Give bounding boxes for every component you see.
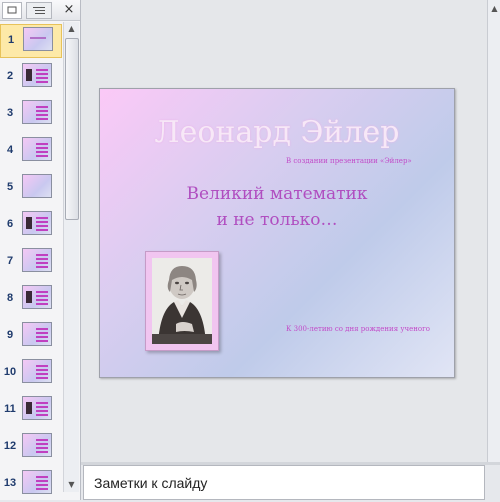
thumbnail-number: 1 (7, 34, 15, 46)
slide-thumbnail-9[interactable]: 9 (0, 320, 62, 354)
thumbnail-image (22, 322, 52, 346)
thumbnail-number: 9 (6, 329, 14, 341)
outline-tab-icon (33, 6, 45, 14)
thumbnail-image (22, 174, 52, 198)
thumbnail-image (22, 100, 52, 124)
thumbnail-number: 11 (4, 403, 16, 415)
thumbnail-number: 4 (6, 144, 14, 156)
slide-heading[interactable]: Великий математик и не только… (100, 181, 454, 233)
thumbnail-image (22, 285, 52, 309)
tab-outline[interactable] (26, 2, 52, 19)
slides-pane: × 1 2 3 4 5 6 7 8 9 10 11 12 13 ▲ ▼ (0, 0, 81, 500)
thumbnail-image (22, 211, 52, 235)
scroll-up-icon[interactable]: ▲ (488, 2, 500, 16)
slide-thumbnail-1[interactable]: 1 (0, 24, 62, 58)
thumbnail-image (22, 63, 52, 87)
thumbnail-number: 6 (6, 218, 14, 230)
slide-thumbnail-13[interactable]: 13 (0, 468, 62, 502)
thumbnail-number: 7 (6, 255, 14, 267)
scroll-up-icon[interactable]: ▲ (64, 22, 79, 36)
slide-subtitle[interactable]: В создании презентации «Эйлер» (286, 157, 412, 165)
scroll-down-icon[interactable]: ▼ (64, 478, 79, 492)
slide-title[interactable]: Леонард Эйлер (100, 115, 454, 150)
thumbnail-image (22, 396, 52, 420)
pane-tabs: × (0, 0, 80, 21)
editor-scrollbar[interactable]: ▲ (487, 0, 500, 462)
thumbnail-number: 8 (6, 292, 14, 304)
slide-thumbnail-4[interactable]: 4 (0, 135, 62, 169)
thumbnail-image (22, 433, 52, 457)
euler-portrait (152, 258, 212, 344)
thumbnail-number: 12 (3, 440, 17, 452)
slide-thumbnail-10[interactable]: 10 (0, 357, 62, 391)
scrollbar-thumb[interactable] (65, 38, 79, 220)
slide-thumbnail-5[interactable]: 5 (0, 172, 62, 206)
close-icon[interactable]: × (62, 3, 76, 17)
thumbnail-image (22, 137, 52, 161)
slide-footnote[interactable]: К 300-летию со дня рождения ученого (286, 325, 430, 333)
slide-thumbnail-2[interactable]: 2 (0, 61, 62, 95)
tab-slides[interactable] (2, 2, 22, 19)
thumbnail-image (22, 359, 52, 383)
thumbnail-number: 10 (3, 366, 17, 378)
thumbnail-number: 3 (6, 107, 14, 119)
thumbnail-list: 1 2 3 4 5 6 7 8 9 10 11 12 13 (0, 24, 62, 502)
thumbnail-number: 2 (6, 70, 14, 82)
slide-thumbnail-7[interactable]: 7 (0, 246, 62, 280)
portrait-image[interactable] (145, 251, 219, 351)
thumbnail-image (22, 470, 52, 494)
notes-placeholder[interactable]: Заметки к слайду (94, 475, 207, 491)
slide-thumbnail-11[interactable]: 11 (0, 394, 62, 428)
thumbnail-scrollbar[interactable]: ▲ ▼ (63, 22, 79, 492)
slide-thumbnail-6[interactable]: 6 (0, 209, 62, 243)
notes-pane[interactable]: Заметки к слайду (83, 465, 485, 500)
slide-canvas[interactable]: Леонард Эйлер В создании презентации «Эй… (99, 88, 455, 378)
thumbnail-number: 5 (6, 181, 14, 193)
slides-tab-icon (7, 6, 17, 14)
slide-thumbnail-8[interactable]: 8 (0, 283, 62, 317)
heading-line-1: Великий математик (186, 184, 368, 204)
slide-thumbnail-3[interactable]: 3 (0, 98, 62, 132)
slide-thumbnail-12[interactable]: 12 (0, 431, 62, 465)
thumbnail-number: 13 (3, 477, 17, 489)
thumbnail-image (22, 248, 52, 272)
thumbnail-image (23, 27, 53, 51)
heading-line-2: и не только… (216, 210, 338, 230)
